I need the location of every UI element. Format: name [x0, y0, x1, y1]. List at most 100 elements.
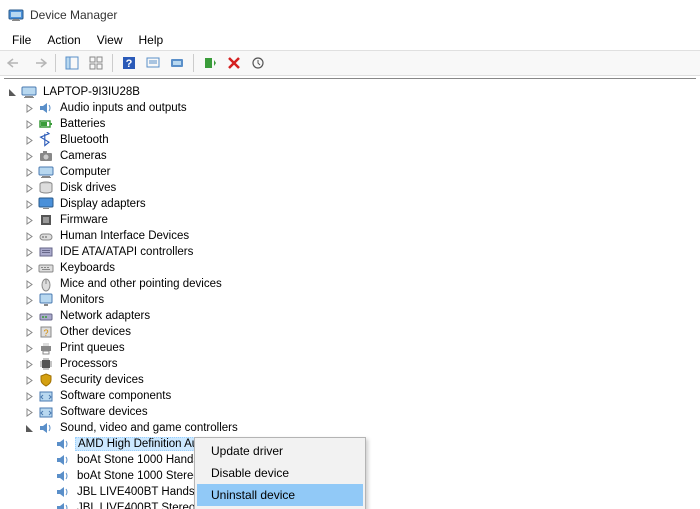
category-node[interactable]: Network adapters	[23, 308, 700, 324]
svg-text:?: ?	[43, 328, 48, 338]
expander-icon[interactable]	[23, 358, 36, 371]
properties-button[interactable]	[166, 52, 188, 74]
audio-icon	[55, 452, 71, 468]
display-icon	[38, 196, 54, 212]
root-label: LAPTOP-9I3IU28B	[41, 86, 142, 98]
audio-icon	[38, 420, 54, 436]
menu-help[interactable]: Help	[131, 31, 172, 49]
expander-icon[interactable]	[23, 118, 36, 131]
expander-icon[interactable]	[6, 86, 19, 99]
category-node[interactable]: ?Other devices	[23, 324, 700, 340]
monitor-icon	[38, 292, 54, 308]
device-label: JBL LIVE400BT Hands-Fr	[75, 486, 211, 498]
print-icon	[38, 340, 54, 356]
menu-file[interactable]: File	[4, 31, 39, 49]
category-node[interactable]: Batteries	[23, 116, 700, 132]
tree-content: LAPTOP-9I3IU28BAudio inputs and outputsB…	[0, 76, 700, 509]
update-button[interactable]	[247, 52, 269, 74]
category-node[interactable]: Computer	[23, 164, 700, 180]
category-node[interactable]: Bluetooth	[23, 132, 700, 148]
expander-icon[interactable]	[23, 182, 36, 195]
firmware-icon	[38, 212, 54, 228]
hid-icon	[38, 228, 54, 244]
menu-action[interactable]: Action	[39, 31, 88, 49]
root-node[interactable]: LAPTOP-9I3IU28B	[6, 84, 700, 100]
category-label: Mice and other pointing devices	[58, 278, 224, 290]
category-label: Display adapters	[58, 198, 148, 210]
expander-icon[interactable]	[23, 310, 36, 323]
expander-icon[interactable]	[23, 246, 36, 259]
category-node[interactable]: Keyboards	[23, 260, 700, 276]
expander-icon[interactable]	[23, 374, 36, 387]
category-label: Software components	[58, 390, 173, 402]
category-node[interactable]: Security devices	[23, 372, 700, 388]
category-node[interactable]: Cameras	[23, 148, 700, 164]
expander-icon[interactable]	[23, 214, 36, 227]
category-node[interactable]: Software devices	[23, 404, 700, 420]
enable-button[interactable]	[199, 52, 221, 74]
ide-icon	[38, 244, 54, 260]
help-button[interactable]: ?	[118, 52, 140, 74]
device-node[interactable]: JBL LIVE400BT Stereo	[40, 500, 700, 509]
expander-icon[interactable]	[23, 390, 36, 403]
scan-button[interactable]	[142, 52, 164, 74]
device-node[interactable]: AMD High Definition Au	[40, 436, 700, 452]
category-node[interactable]: Sound, video and game controllers	[23, 420, 700, 436]
context-menu: Update driverDisable deviceUninstall dev…	[194, 437, 366, 509]
context-menu-item[interactable]: Disable device	[197, 462, 363, 484]
menu-view[interactable]: View	[89, 31, 131, 49]
expander-icon[interactable]	[23, 278, 36, 291]
expander-icon[interactable]	[23, 422, 36, 435]
expander-icon[interactable]	[23, 230, 36, 243]
expander-icon[interactable]	[23, 326, 36, 339]
computer-icon	[38, 164, 54, 180]
category-node[interactable]: Processors	[23, 356, 700, 372]
category-node[interactable]: IDE ATA/ATAPI controllers	[23, 244, 700, 260]
forward-button[interactable]	[28, 52, 50, 74]
expander-icon[interactable]	[23, 166, 36, 179]
expander-icon[interactable]	[23, 342, 36, 355]
category-node[interactable]: Human Interface Devices	[23, 228, 700, 244]
category-label: Computer	[58, 166, 113, 178]
toolbar: ?	[0, 50, 700, 76]
bluetooth-icon	[38, 132, 54, 148]
category-node[interactable]: Monitors	[23, 292, 700, 308]
category-node[interactable]: Software components	[23, 388, 700, 404]
grid-button[interactable]	[85, 52, 107, 74]
device-node[interactable]: boAt Stone 1000 Hands	[40, 452, 700, 468]
category-node[interactable]: Print queues	[23, 340, 700, 356]
device-node[interactable]: boAt Stone 1000 Stereo	[40, 468, 700, 484]
category-node[interactable]: Disk drives	[23, 180, 700, 196]
context-menu-item[interactable]: Update driver	[197, 440, 363, 462]
window-title: Device Manager	[30, 8, 117, 22]
expander-icon[interactable]	[23, 134, 36, 147]
device-node[interactable]: JBL LIVE400BT Hands-Fr	[40, 484, 700, 500]
category-label: Firmware	[58, 214, 110, 226]
expander-icon[interactable]	[23, 150, 36, 163]
show-hide-button[interactable]	[61, 52, 83, 74]
computer-icon	[21, 84, 37, 100]
uninstall-button[interactable]	[223, 52, 245, 74]
context-menu-item[interactable]: Uninstall device	[197, 484, 363, 506]
back-button[interactable]	[4, 52, 26, 74]
svg-text:?: ?	[126, 58, 133, 70]
expander-icon[interactable]	[23, 198, 36, 211]
expander-icon[interactable]	[23, 262, 36, 275]
expander-icon[interactable]	[23, 294, 36, 307]
disk-icon	[38, 180, 54, 196]
category-label: Disk drives	[58, 182, 118, 194]
audio-icon	[55, 468, 71, 484]
audio-icon	[55, 484, 71, 500]
category-node[interactable]: Mice and other pointing devices	[23, 276, 700, 292]
category-node[interactable]: Firmware	[23, 212, 700, 228]
category-label: Print queues	[58, 342, 127, 354]
category-node[interactable]: Audio inputs and outputs	[23, 100, 700, 116]
category-label: Keyboards	[58, 262, 117, 274]
expander-icon[interactable]	[23, 406, 36, 419]
expander-icon[interactable]	[23, 102, 36, 115]
device-label: boAt Stone 1000 Hands	[75, 454, 201, 466]
category-node[interactable]: Display adapters	[23, 196, 700, 212]
network-icon	[38, 308, 54, 324]
mouse-icon	[38, 276, 54, 292]
toolbar-sep	[193, 54, 194, 72]
